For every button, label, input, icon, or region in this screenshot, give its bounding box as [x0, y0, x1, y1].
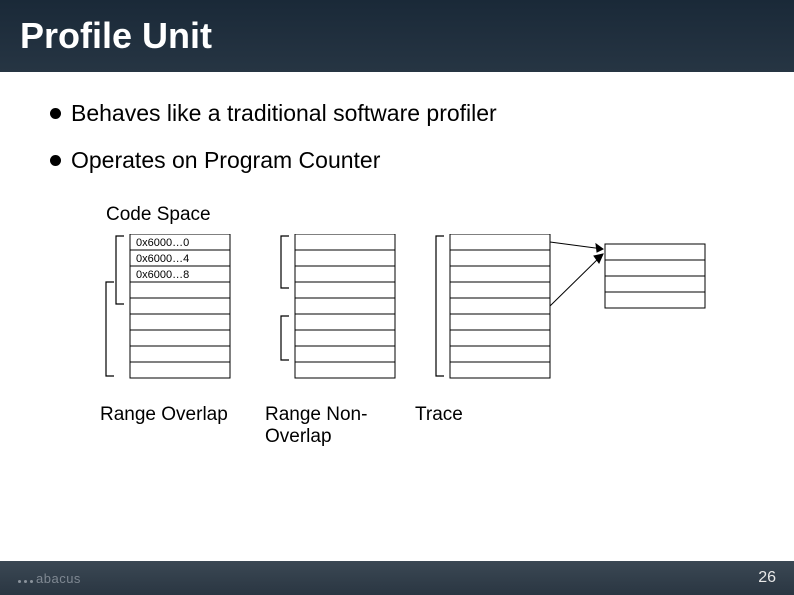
memory-table-trace: [430, 234, 710, 384]
bullet-item: Operates on Program Counter: [50, 147, 744, 174]
diagram-area: Code Space: [100, 204, 744, 448]
caption-overlap: Range Overlap: [100, 404, 265, 448]
page-number: 26: [758, 569, 776, 587]
memory-table-nonoverlap: [265, 234, 400, 384]
footer-bar: abacus 26: [0, 561, 794, 595]
diagram-col-overlap: 0x6000…0 0x6000…4 0x6000…8: [100, 234, 235, 384]
bullet-icon: [50, 155, 61, 166]
diagram-row: 0x6000…0 0x6000…4 0x6000…8: [100, 234, 744, 384]
address-cell: 0x6000…4: [136, 253, 189, 265]
logo: abacus: [18, 571, 81, 586]
content-area: Behaves like a traditional software prof…: [0, 72, 794, 448]
diagram-col-trace: [430, 234, 710, 384]
bullet-text: Behaves like a traditional software prof…: [71, 100, 497, 127]
caption-trace: Trace: [415, 404, 535, 448]
address-cell: 0x6000…0: [136, 237, 189, 249]
caption-nonoverlap: Range Non-Overlap: [265, 404, 415, 448]
caption-row: Range Overlap Range Non-Overlap Trace: [100, 404, 744, 448]
logo-dot-icon: [30, 580, 33, 583]
bullet-text: Operates on Program Counter: [71, 147, 380, 174]
logo-dot-icon: [24, 580, 27, 583]
diagram-col-nonoverlap: [265, 234, 400, 384]
logo-dot-icon: [18, 580, 21, 583]
slide-title: Profile Unit: [20, 15, 212, 57]
address-cell: 0x6000…8: [136, 269, 189, 281]
logo-text: abacus: [36, 571, 81, 586]
bullet-item: Behaves like a traditional software prof…: [50, 100, 744, 127]
memory-table-overlap: 0x6000…0 0x6000…4 0x6000…8: [100, 234, 235, 384]
bullet-icon: [50, 108, 61, 119]
header-bar: Profile Unit: [0, 0, 794, 72]
code-space-label: Code Space: [106, 204, 744, 226]
